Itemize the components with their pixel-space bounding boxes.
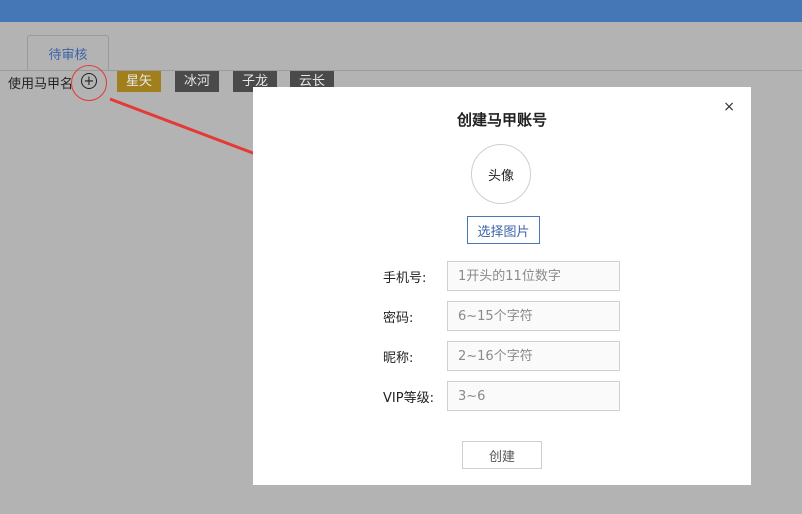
phone-row: 手机号: <box>253 261 751 291</box>
avatar: 头像 <box>471 144 531 204</box>
create-vest-modal: 创建马甲账号 × 头像 选择图片 手机号: 密码: 昵称: VIP等级: 创建 <box>253 87 751 485</box>
nickname-label: 昵称: <box>383 351 414 366</box>
nickname-input[interactable] <box>447 341 620 371</box>
close-icon[interactable]: × <box>723 99 735 115</box>
select-image-button[interactable]: 选择图片 <box>467 216 540 244</box>
modal-title: 创建马甲账号 <box>456 111 547 129</box>
password-label: 密码: <box>383 311 414 326</box>
nickname-row: 昵称: <box>253 341 751 371</box>
phone-label: 手机号: <box>383 271 427 286</box>
vip-level-label: VIP等级: <box>383 391 434 406</box>
create-button[interactable]: 创建 <box>462 441 542 469</box>
password-input[interactable] <box>447 301 620 331</box>
avatar-label: 头像 <box>487 168 514 184</box>
vip-level-input[interactable] <box>447 381 620 411</box>
password-row: 密码: <box>253 301 751 331</box>
phone-input[interactable] <box>447 261 620 291</box>
vip-level-row: VIP等级: <box>253 381 751 411</box>
